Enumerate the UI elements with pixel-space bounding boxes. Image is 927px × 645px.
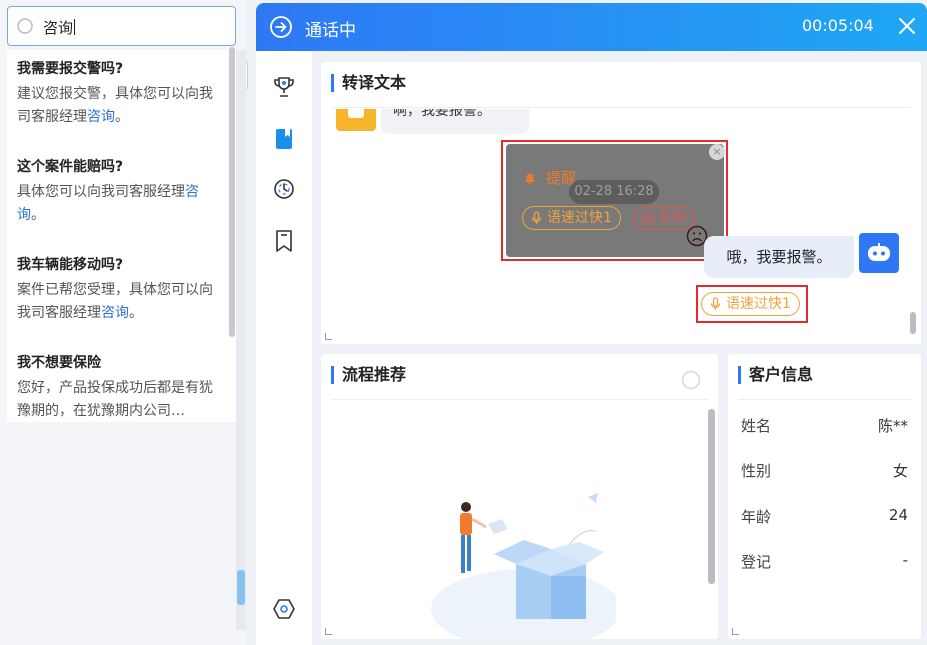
sad-face-icon [641, 211, 655, 225]
collapsed-panel-strip [236, 50, 246, 630]
result-title: 我不想要保险 [17, 355, 101, 371]
result-title: 我需要报交警吗? [17, 61, 124, 77]
search-results-list: 我需要报交警吗? 建议您报交警，具体您可以向我司客服经理咨询。 这个案件能赔吗?… [7, 50, 236, 422]
result-tail: 。 [31, 207, 45, 223]
knowledge-search-panel: 咨询 我需要报交警吗? 建议您报交警，具体您可以向我司客服经理咨询。 这个案件能… [0, 0, 248, 645]
customer-title: 客户信息 [738, 366, 813, 384]
call-status-title: 通话中 [305, 21, 356, 41]
search-input[interactable]: 咨询 [7, 6, 236, 46]
expand-handle[interactable] [237, 570, 245, 605]
result-body: 您好，产品投保成功后都是有犹豫期的，在犹豫期内公司… [17, 380, 213, 419]
resize-corner [325, 333, 332, 340]
call-header: 通话中 00:05:04 [256, 3, 927, 51]
book-icon[interactable] [272, 127, 296, 151]
flow-scrollbar[interactable] [708, 409, 715, 584]
trophy-icon[interactable] [272, 75, 296, 99]
divider [331, 107, 911, 108]
reminder-time: 02-28 16:28 [569, 180, 659, 204]
speed-warning-tag[interactable]: 语速过快1 [701, 292, 800, 316]
result-tail: 。 [129, 305, 143, 321]
result-link[interactable]: 咨询 [87, 109, 115, 125]
side-toolbar [256, 51, 312, 645]
list-item[interactable]: 这个案件能赔吗? 具体您可以向我司客服经理咨询。 [17, 156, 222, 227]
search-icon[interactable] [681, 370, 703, 392]
resize-corner [732, 628, 739, 635]
result-body: 具体您可以向我司客服经理 [17, 184, 185, 200]
mic-icon [710, 297, 721, 310]
empty-state-illustration [431, 493, 616, 639]
transcript-panel: 转译文本 啊，我要报警。 × 提醒 02-28 16:28 语速过快1 负向 哦… [321, 62, 921, 344]
results-scrollbar[interactable] [229, 47, 235, 337]
flow-title: 流程推荐 [331, 366, 406, 384]
speed-warning-tag[interactable]: 语速过快1 [522, 206, 621, 230]
result-title: 我车辆能移动吗? [17, 257, 124, 273]
result-link[interactable]: 咨询 [101, 305, 129, 321]
list-item[interactable]: 我需要报交警吗? 建议您报交警，具体您可以向我司客服经理咨询。 [17, 58, 222, 129]
clock-icon[interactable] [272, 177, 296, 201]
close-icon[interactable] [897, 16, 917, 36]
divider [331, 399, 708, 400]
transcript-scrollbar[interactable] [910, 312, 916, 334]
divider [738, 399, 911, 400]
search-query: 咨询 [43, 19, 74, 37]
text-caret [74, 19, 76, 35]
call-timer: 00:05:04 [802, 16, 874, 35]
result-title: 这个案件能赔吗? [17, 159, 124, 175]
bubble-text: 哦，我要报警。 [726, 248, 832, 266]
flow-recommend-panel: 流程推荐 [321, 354, 718, 639]
info-row-registration: 登记 - [741, 551, 908, 572]
customer-info-panel: 客户信息 姓名 陈** 性别 女 年龄 24 登记 - [728, 354, 921, 639]
field-label: 年龄 [741, 508, 772, 526]
info-row-name: 姓名 陈** [741, 415, 908, 436]
close-icon[interactable]: × [709, 144, 725, 160]
field-value: 女 [892, 462, 908, 480]
field-value: - [902, 551, 908, 569]
tag-label: 负向 [658, 210, 686, 226]
field-value: 24 [888, 506, 908, 524]
result-tail: 。 [115, 109, 129, 125]
transcript-title: 转译文本 [331, 74, 406, 92]
tag-label: 语速过快1 [726, 296, 791, 312]
transcript-bubble: 啊，我要报警。 [381, 109, 529, 134]
bookmark-icon[interactable] [272, 229, 296, 253]
bubble-text: 啊，我要报警。 [393, 109, 491, 119]
field-label: 登记 [741, 553, 772, 571]
list-item[interactable]: 我不想要保险 您好，产品投保成功后都是有犹豫期的，在犹豫期内公司… [17, 352, 222, 422]
bell-icon [525, 173, 535, 185]
reminder-popup: × 提醒 02-28 16:28 语速过快1 负向 [506, 144, 725, 257]
avatar [336, 109, 376, 131]
info-row-gender: 性别 女 [741, 460, 908, 481]
field-label: 性别 [741, 462, 772, 480]
resize-corner [325, 628, 332, 635]
info-row-age: 年龄 24 [741, 506, 908, 527]
transcript-bubble: 哦，我要报警。 [704, 236, 854, 278]
highlight-frame: 语速过快1 [696, 285, 808, 323]
call-window: 通话中 00:05:04 转译文本 啊，我要报警。 × 提醒 02-28 16:… [256, 3, 927, 645]
field-value: 陈** [877, 417, 908, 435]
list-item[interactable]: 我车辆能移动吗? 案件已帮您受理，具体您可以向我司客服经理咨询。 [17, 254, 222, 325]
search-icon [17, 18, 33, 34]
arrow-right-circle-icon[interactable] [269, 15, 293, 39]
settings-icon[interactable] [272, 597, 296, 621]
field-label: 姓名 [741, 417, 772, 435]
avatar [859, 233, 899, 273]
tag-label: 语速过快1 [547, 210, 612, 226]
mic-icon [531, 211, 542, 224]
robot-icon [868, 243, 890, 261]
